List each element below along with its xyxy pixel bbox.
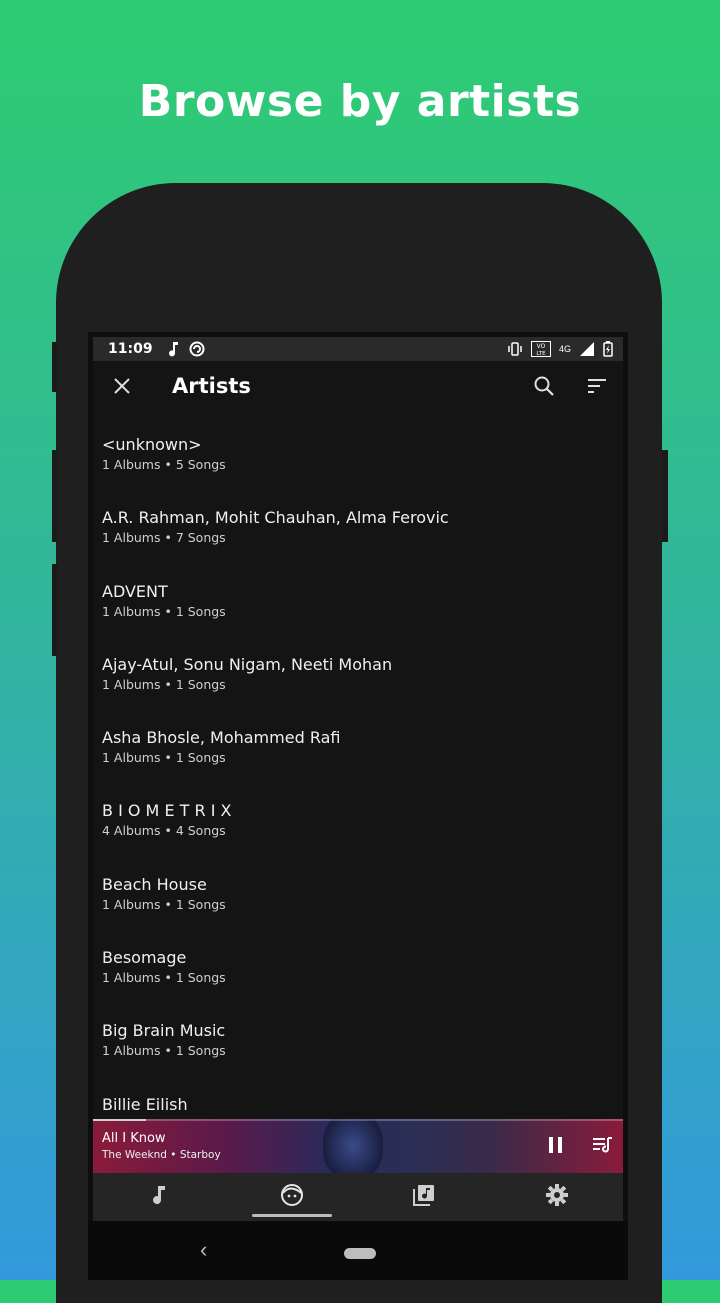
queue-icon[interactable] bbox=[591, 1133, 615, 1162]
gear-icon bbox=[545, 1183, 569, 1212]
progress-bar bbox=[93, 1119, 146, 1121]
home-button[interactable] bbox=[344, 1248, 376, 1259]
vibrate-icon bbox=[507, 342, 523, 356]
artist-meta: 1 Albums • 1 Songs bbox=[102, 1043, 226, 1059]
artist-name: Big Brain Music bbox=[102, 1021, 226, 1041]
artist-meta: 1 Albums • 1 Songs bbox=[102, 970, 226, 986]
svg-text:LTE: LTE bbox=[536, 351, 546, 357]
artist-list: <unknown> 1 Albums • 5 Songs A.R. Rahman,… bbox=[93, 411, 623, 1119]
artist-meta: 1 Albums • 1 Songs bbox=[102, 896, 226, 912]
artist-name: A.R. Rahman, Mohit Chauhan, Alma Ferovic bbox=[102, 508, 449, 528]
sort-icon[interactable] bbox=[577, 366, 617, 406]
album-library-icon bbox=[412, 1183, 436, 1212]
music-note-icon bbox=[167, 341, 179, 357]
list-item[interactable]: Billie Eilish bbox=[93, 1071, 623, 1119]
list-item[interactable]: A.R. Rahman, Mohit Chauhan, Alma Ferovic… bbox=[93, 484, 623, 557]
artist-name: Beach House bbox=[102, 874, 207, 894]
page-title: Artists bbox=[172, 374, 251, 398]
album-art-background bbox=[323, 1119, 383, 1173]
artist-meta: 4 Albums • 4 Songs bbox=[102, 823, 226, 839]
system-navigation-bar: ‹ bbox=[88, 1221, 628, 1280]
status-bar: 11:09 VO LTE 4G bbox=[93, 337, 623, 361]
artist-name: Billie Eilish bbox=[102, 1094, 188, 1114]
status-time: 11:09 bbox=[108, 341, 153, 357]
phone-side-button-left-3 bbox=[52, 564, 58, 656]
artist-name: ADVENT bbox=[102, 581, 168, 601]
artist-meta: 1 Albums • 1 Songs bbox=[102, 750, 226, 766]
network-4g-label: 4G bbox=[558, 344, 571, 354]
app-bar: Artists bbox=[93, 361, 623, 411]
list-item[interactable]: Big Brain Music 1 Albums • 1 Songs bbox=[93, 997, 623, 1070]
phone-side-button-left-2 bbox=[52, 450, 58, 542]
list-item[interactable]: B I O M E T R I X 4 Albums • 4 Songs bbox=[93, 777, 623, 850]
phone-side-button-left-1 bbox=[52, 342, 58, 392]
artist-meta: 1 Albums • 7 Songs bbox=[102, 530, 226, 546]
artist-meta: 1 Albums • 1 Songs bbox=[102, 676, 226, 692]
list-item[interactable]: Beach House 1 Albums • 1 Songs bbox=[93, 851, 623, 924]
artist-name: Besomage bbox=[102, 948, 187, 968]
list-item[interactable]: Ajay-Atul, Sonu Nigam, Neeti Mohan 1 Albu… bbox=[93, 631, 623, 704]
volte-icon: VO LTE bbox=[530, 341, 551, 357]
artist-meta: 1 Albums • 1 Songs bbox=[102, 603, 226, 619]
battery-charging-icon bbox=[603, 341, 613, 357]
tab-artists[interactable] bbox=[226, 1173, 359, 1221]
bottom-nav bbox=[93, 1173, 623, 1221]
song-icon bbox=[150, 1184, 168, 1211]
promo-headline: Browse by artists bbox=[138, 76, 582, 127]
artist-name: B I O M E T R I X bbox=[102, 801, 232, 821]
list-item[interactable]: ADVENT 1 Albums • 1 Songs bbox=[93, 558, 623, 631]
list-item[interactable]: Asha Bhosle, Mohammed Rafi 1 Albums • 1 S… bbox=[93, 704, 623, 777]
artist-name: <unknown> bbox=[102, 435, 202, 454]
now-playing-subtitle: The Weeknd • Starboy bbox=[102, 1149, 221, 1161]
pause-icon[interactable] bbox=[545, 1133, 567, 1162]
tab-songs[interactable] bbox=[93, 1173, 226, 1221]
close-icon[interactable] bbox=[102, 366, 142, 406]
now-playing-title: All I Know bbox=[102, 1131, 166, 1146]
artist-name: Asha Bhosle, Mohammed Rafi bbox=[102, 728, 341, 748]
svg-text:VO: VO bbox=[537, 343, 546, 350]
tab-settings[interactable] bbox=[491, 1173, 624, 1221]
artist-meta: 1 Albums • 5 Songs bbox=[102, 457, 226, 472]
list-item[interactable]: <unknown> 1 Albums • 5 Songs bbox=[93, 411, 623, 484]
artist-face-icon bbox=[280, 1183, 304, 1212]
progress-track bbox=[93, 1119, 623, 1121]
phone-screen: 11:09 VO LTE 4G Artists <unknown> 1 Albu… bbox=[88, 332, 628, 1280]
sync-icon bbox=[189, 341, 205, 357]
list-item[interactable]: Besomage 1 Albums • 1 Songs bbox=[93, 924, 623, 997]
artist-name: Ajay-Atul, Sonu Nigam, Neeti Mohan bbox=[102, 654, 393, 674]
phone-side-button-right bbox=[662, 450, 668, 542]
search-icon[interactable] bbox=[524, 366, 564, 406]
back-button[interactable]: ‹ bbox=[200, 1237, 207, 1263]
mini-player[interactable]: All I Know The Weeknd • Starboy bbox=[93, 1119, 623, 1173]
signal-icon bbox=[579, 341, 595, 357]
tab-albums[interactable] bbox=[358, 1173, 491, 1221]
